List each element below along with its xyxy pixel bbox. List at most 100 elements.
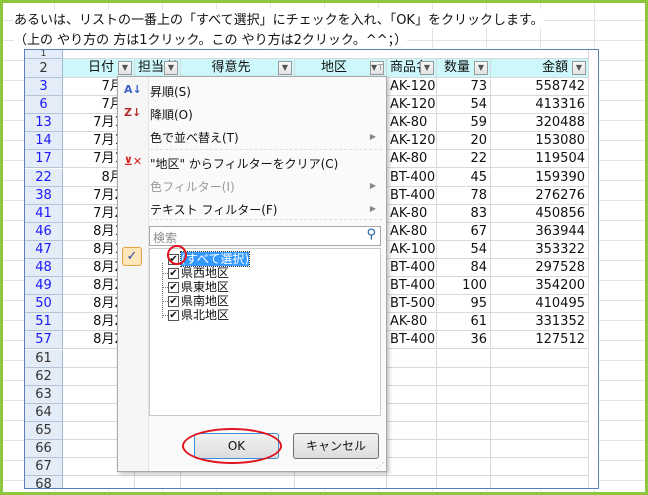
cell-amount[interactable]: 320488 [491,114,589,133]
cell-qty[interactable]: 95 [437,295,491,314]
cell[interactable] [387,367,437,386]
row-header[interactable]: 17 [25,150,63,169]
checkbox[interactable]: ✔ [168,282,179,293]
cell[interactable] [295,476,387,488]
cell[interactable] [491,476,589,488]
cell-product[interactable]: AK-80 [387,222,437,241]
cell[interactable] [491,349,589,368]
cell[interactable] [387,458,437,477]
cell-product[interactable]: AK-100 [387,240,437,259]
cell-amount[interactable]: 159390 [491,168,589,187]
cell[interactable] [491,440,589,458]
filter-value-item[interactable]: ✔ 県西地区 [168,266,229,280]
cell-product[interactable]: BT-400 [387,259,437,277]
filter-dropdown-button[interactable]: ▼ [572,61,586,75]
row-header[interactable]: 61 [25,349,63,368]
cell[interactable] [437,385,491,404]
cell[interactable] [387,440,437,458]
cell-qty[interactable]: 54 [437,240,491,259]
row-header[interactable]: 1 [25,50,63,59]
checkbox[interactable]: ✔ [168,268,179,279]
cell-product[interactable]: AK-80 [387,150,437,169]
cell[interactable] [387,421,437,440]
row-header[interactable]: 46 [25,222,63,241]
cell-amount[interactable]: 353322 [491,240,589,259]
sort-by-color-item[interactable]: 色で並べ替え(T) [150,129,239,146]
row-header[interactable]: 51 [25,313,63,332]
cell[interactable] [181,476,295,488]
cell-amount[interactable]: 450856 [491,204,589,223]
cancel-button[interactable]: キャンセル [293,433,379,459]
cell[interactable] [387,349,437,368]
filter-active-button[interactable]: ▼⊤ [370,61,384,75]
cell[interactable] [437,403,491,422]
cell-qty[interactable]: 100 [437,277,491,296]
cell[interactable] [491,458,589,477]
cell-product[interactable]: BT-400 [387,186,437,205]
row-header[interactable]: 67 [25,458,63,477]
row-header[interactable]: 41 [25,204,63,223]
row-1-cells[interactable] [63,50,589,59]
filter-value-item[interactable]: ✔ 県北地区 [168,308,229,322]
cell-product[interactable]: AK-120 [387,132,437,151]
row-header[interactable]: 68 [25,476,63,488]
checkbox[interactable]: ✔ [168,296,179,307]
resize-grip-icon[interactable]: ⋰ [376,461,384,470]
cell-qty[interactable]: 54 [437,96,491,115]
row-header[interactable]: 63 [25,385,63,404]
cell-qty[interactable]: 20 [437,132,491,151]
cell[interactable] [491,385,589,404]
row-header[interactable]: 6 [25,96,63,115]
cell[interactable] [491,421,589,440]
row-header[interactable]: 47 [25,240,63,259]
cell-product[interactable]: BT-400 [387,277,437,296]
cell[interactable] [437,476,491,488]
filter-dropdown-button[interactable]: ▼ [474,61,488,75]
cell-qty[interactable]: 22 [437,150,491,169]
cell-qty[interactable]: 59 [437,114,491,133]
cell-amount[interactable]: 410495 [491,295,589,314]
cell-qty[interactable]: 45 [437,168,491,187]
cell-amount[interactable]: 363944 [491,222,589,241]
cell-amount[interactable]: 119504 [491,150,589,169]
filter-search-input[interactable]: 検索 ⚲ [149,226,381,246]
cell[interactable] [491,403,589,422]
row-header[interactable]: 66 [25,440,63,458]
cell[interactable] [387,385,437,404]
cell-qty[interactable]: 84 [437,259,491,277]
filter-value-item[interactable]: ✔ 県南地区 [168,294,229,308]
cell-qty[interactable]: 73 [437,78,491,96]
cell-product[interactable]: BT-400 [387,168,437,187]
row-header[interactable]: 65 [25,421,63,440]
filter-dropdown-button[interactable]: ▼ [420,61,434,75]
row-header[interactable]: 2 [25,59,63,78]
row-header[interactable]: 57 [25,331,63,350]
cell-amount[interactable]: 354200 [491,277,589,296]
filter-dropdown-button[interactable]: ▼ [118,61,132,75]
cell-amount[interactable]: 276276 [491,186,589,205]
cell-amount[interactable]: 127512 [491,331,589,350]
cell[interactable] [63,476,135,488]
sort-ascending-item[interactable]: 昇順(S) [150,83,191,100]
cell[interactable] [437,367,491,386]
filter-dropdown-button[interactable]: ▼ [164,61,178,75]
cell-product[interactable]: AK-80 [387,204,437,223]
row-header[interactable]: 50 [25,295,63,314]
row-header[interactable]: 38 [25,186,63,205]
cell-amount[interactable]: 297528 [491,259,589,277]
row-header[interactable]: 64 [25,403,63,422]
row-header[interactable]: 62 [25,367,63,386]
cell[interactable] [387,403,437,422]
cell-qty[interactable]: 67 [437,222,491,241]
cell-product[interactable]: AK-120 [387,78,437,96]
cell-amount[interactable]: 331352 [491,313,589,332]
cell[interactable] [437,458,491,477]
cell[interactable] [437,440,491,458]
cell-qty[interactable]: 83 [437,204,491,223]
cell[interactable] [491,367,589,386]
clear-filter-item[interactable]: "地区" からフィルターをクリア(C) [150,155,338,172]
cell[interactable] [387,476,437,488]
cell[interactable] [437,349,491,368]
cell-product[interactable]: AK-120 [387,96,437,115]
checkbox[interactable]: ✔ [168,310,179,321]
